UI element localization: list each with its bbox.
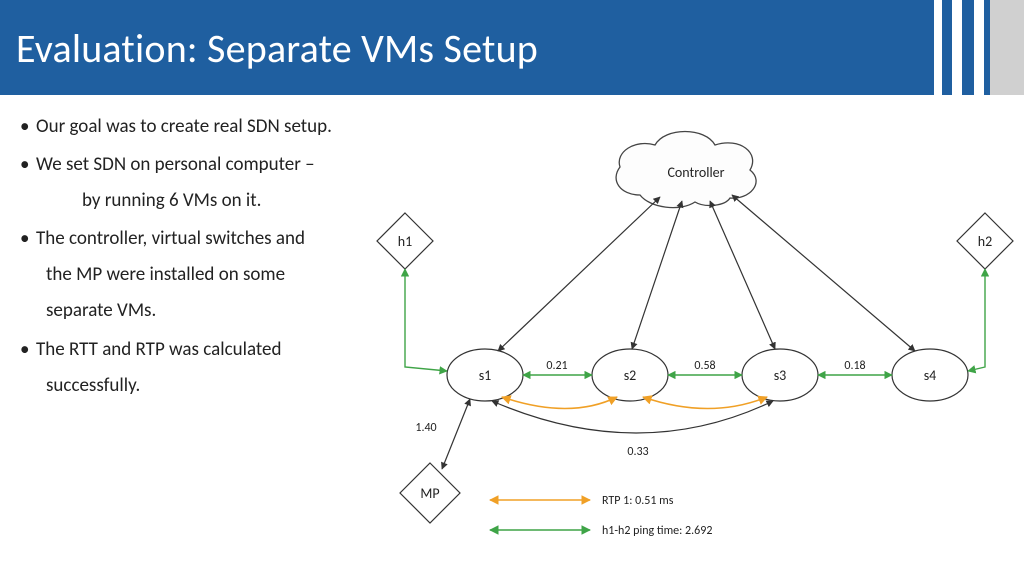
bullet-3-c1: the MP were installed on some [36, 257, 400, 293]
mp-node: MP [400, 463, 460, 523]
bullet-list: Our goal was to create real SDN setup. W… [0, 95, 400, 404]
header-stripes [918, 0, 1024, 95]
network-diagram: Controller s1 s2 s3 s4 h1 [370, 135, 1024, 575]
edge-mp-s1 [442, 399, 470, 469]
bullet-3: The controller, virtual switches and the… [20, 221, 400, 329]
svg-text:RTP 1: 0.51 ms: RTP 1: 0.51 ms [602, 494, 674, 508]
edge-rtp-s2-s3 [643, 397, 767, 409]
svg-text:s1: s1 [479, 367, 492, 384]
svg-text:s4: s4 [924, 367, 937, 384]
bullet-2-sub: by running 6 VMs on it. [36, 183, 400, 219]
svg-text:Controller: Controller [667, 164, 724, 181]
svg-text:h1: h1 [398, 233, 412, 250]
legend-rtp: RTP 1: 0.51 ms [490, 494, 674, 508]
bullet-3-c2: separate VMs. [36, 293, 400, 329]
bullet-2: We set SDN on personal computer – by run… [20, 147, 400, 219]
svg-text:0.21: 0.21 [546, 359, 567, 373]
edge-h2-s4 [968, 269, 985, 371]
edge-controller-s2 [632, 201, 682, 349]
edge-rtp-s1-s2 [502, 397, 617, 409]
svg-text:s3: s3 [774, 367, 787, 384]
svg-text:0.18: 0.18 [844, 359, 865, 373]
controller-node: Controller [616, 132, 756, 208]
bullet-4: The RTT and RTP was calculated successfu… [20, 332, 400, 404]
svg-text:h2: h2 [978, 233, 992, 250]
switch-s3: s3 [742, 349, 818, 401]
edge-h1-s1 [405, 269, 447, 371]
svg-text:s2: s2 [624, 367, 637, 384]
svg-text:0.58: 0.58 [694, 359, 715, 373]
bullet-1: Our goal was to create real SDN setup. [20, 109, 400, 145]
switch-s4: s4 [892, 349, 968, 401]
bullet-4-c1: successfully. [36, 368, 400, 404]
edge-controller-s4 [732, 195, 915, 351]
switch-s2: s2 [592, 349, 668, 401]
svg-text:0.33: 0.33 [627, 445, 648, 459]
svg-text:h1-h2 ping time: 2.692: h1-h2 ping time: 2.692 [602, 524, 712, 538]
host-h2: h2 [957, 213, 1013, 269]
slide-header: Evaluation: Separate VMs Setup [0, 0, 1024, 95]
svg-text:MP: MP [420, 485, 439, 502]
host-h1: h1 [377, 213, 433, 269]
legend-ping: h1-h2 ping time: 2.692 [490, 524, 712, 538]
slide-title: Evaluation: Separate VMs Setup [16, 24, 538, 73]
edge-controller-s1 [498, 197, 660, 351]
switch-s1: s1 [447, 349, 523, 401]
svg-text:1.40: 1.40 [415, 421, 436, 435]
